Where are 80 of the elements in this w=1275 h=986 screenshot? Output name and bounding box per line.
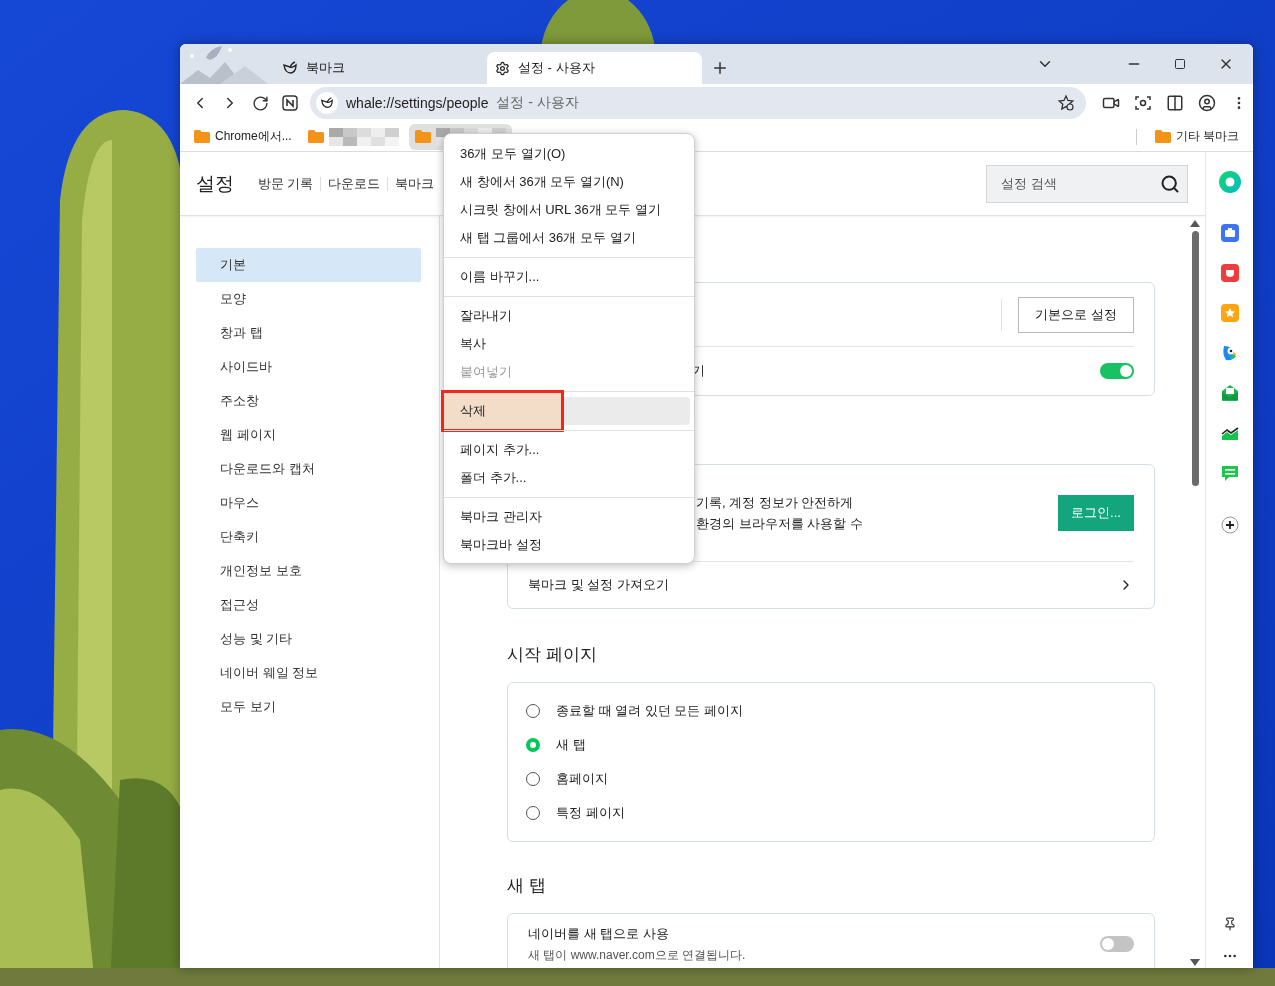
browser-tab[interactable]: 북마크: [282, 52, 487, 84]
scroll-down-icon[interactable]: [1190, 959, 1200, 966]
import-link[interactable]: 북마크 및 설정 가져오기: [528, 576, 669, 594]
browser-tab[interactable]: 설정 - 사용자: [487, 52, 702, 84]
star-icon[interactable]: [1057, 94, 1075, 112]
sidebar-item[interactable]: 모두 보기: [196, 690, 421, 724]
sidebar-item[interactable]: 개인정보 보호: [196, 554, 421, 588]
briefcase-icon[interactable]: [1220, 224, 1239, 242]
sidebar-item[interactable]: 네이버 웨일 정보: [196, 656, 421, 690]
sidebar-item[interactable]: 사이드바: [196, 350, 421, 384]
gear-icon: [495, 60, 510, 76]
sidebar-item[interactable]: 마우스: [196, 486, 421, 520]
new-tab-icon[interactable]: [711, 59, 729, 77]
menu-item[interactable]: 북마크바 설정: [444, 531, 694, 559]
setting-label: 기: [691, 362, 705, 380]
menu-item[interactable]: 복사: [444, 330, 694, 358]
envelope-icon[interactable]: [1220, 384, 1239, 402]
menu-item[interactable]: 시크릿 창에서 URL 36개 모두 열기: [444, 196, 694, 224]
address-bar[interactable]: whale://settings/people 설정 - 사용자: [310, 87, 1086, 119]
menu-item[interactable]: 잘라내기: [444, 302, 694, 330]
option-label: 종료할 때 열려 있던 모든 페이지: [556, 702, 744, 720]
sidebar-item[interactable]: 다운로드와 캡처: [196, 452, 421, 486]
menu-item[interactable]: 북마크 관리자: [444, 503, 694, 531]
star-badge-icon[interactable]: [1220, 304, 1239, 322]
description-text: 환경의 브라우저를 사용할 수: [696, 514, 863, 533]
option-label: 새 탭: [556, 736, 586, 754]
header-link[interactable]: 다운로드: [320, 176, 388, 191]
option-label: 홈페이지: [556, 770, 608, 788]
page-title: 설정 - 사용자: [496, 94, 579, 112]
section-heading: 시작 페이지: [507, 644, 598, 666]
folder-icon: [307, 130, 324, 143]
scroll-up-icon[interactable]: [1190, 220, 1200, 227]
folder-icon: [414, 130, 431, 143]
header-link[interactable]: 북마크: [387, 176, 442, 191]
sidebar-item[interactable]: 주소창: [196, 384, 421, 418]
sidebar-item[interactable]: 접근성: [196, 588, 421, 622]
sidebar-item[interactable]: 웹 페이지: [196, 418, 421, 452]
section-heading: 새 탭: [507, 875, 547, 897]
menu-item[interactable]: 36개 모두 열기(O): [444, 140, 694, 168]
search-field[interactable]: 설정 검색: [986, 164, 1188, 203]
capture-icon[interactable]: [1134, 94, 1152, 112]
menu-item[interactable]: 새 탭 그룹에서 36개 모두 열기: [444, 224, 694, 252]
sidebar-item[interactable]: 창과 탭: [196, 316, 421, 350]
redacted-label: [328, 127, 399, 146]
url-text: whale://settings/people: [346, 95, 489, 111]
bookmark-folder[interactable]: Chrome에서...: [188, 123, 298, 150]
menu-item[interactable]: 삭제: [441, 390, 564, 432]
reload-icon[interactable]: [251, 94, 269, 112]
option-label: 특정 페이지: [556, 804, 625, 822]
add-icon[interactable]: [1220, 516, 1239, 534]
sidebar-item[interactable]: 기본: [196, 248, 421, 282]
radio-button[interactable]: [526, 738, 540, 752]
maximize-icon[interactable]: [1174, 58, 1186, 70]
settings-title: 설정: [196, 171, 234, 196]
menu-item[interactable]: 새 창에서 36개 모두 열기(N): [444, 168, 694, 196]
folder-icon: [194, 130, 210, 143]
pin-icon[interactable]: [1222, 917, 1237, 931]
setting-label: 네이버를 새 탭으로 사용: [528, 924, 670, 943]
sidebar-item[interactable]: 모양: [196, 282, 421, 316]
menu-item[interactable]: 이름 바꾸기...: [444, 263, 694, 291]
other-bookmarks-folder[interactable]: 기타 북마크: [1148, 123, 1245, 150]
bird-icon[interactable]: [1220, 344, 1239, 362]
toggle-switch[interactable]: [1100, 936, 1134, 952]
sidebar-item[interactable]: 단축키: [196, 520, 421, 554]
pocket-icon[interactable]: [1220, 264, 1239, 282]
n-square-icon[interactable]: [282, 95, 298, 111]
search-icon: [1160, 173, 1180, 194]
set-default-button[interactable]: 기본으로 설정: [1018, 296, 1134, 333]
chart-icon[interactable]: [1220, 426, 1239, 440]
profile-icon[interactable]: [1198, 94, 1216, 112]
scroll-thumb[interactable]: [1191, 231, 1199, 486]
setting-description: 새 탭이 www.naver.com으로 연결됩니다.: [528, 946, 746, 964]
folder-icon: [1154, 130, 1171, 143]
header-link[interactable]: 방문 기록: [258, 176, 321, 191]
menu-item[interactable]: 폴더 추가...: [444, 464, 694, 492]
toggle-switch[interactable]: [1100, 363, 1134, 379]
description-text: 기록, 계정 정보가 안전하게: [696, 493, 855, 512]
sidebar-item[interactable]: 성능 및 기타: [196, 622, 421, 656]
split-view-icon[interactable]: [1166, 94, 1184, 112]
menu-item[interactable]: 페이지 추가...: [444, 436, 694, 464]
